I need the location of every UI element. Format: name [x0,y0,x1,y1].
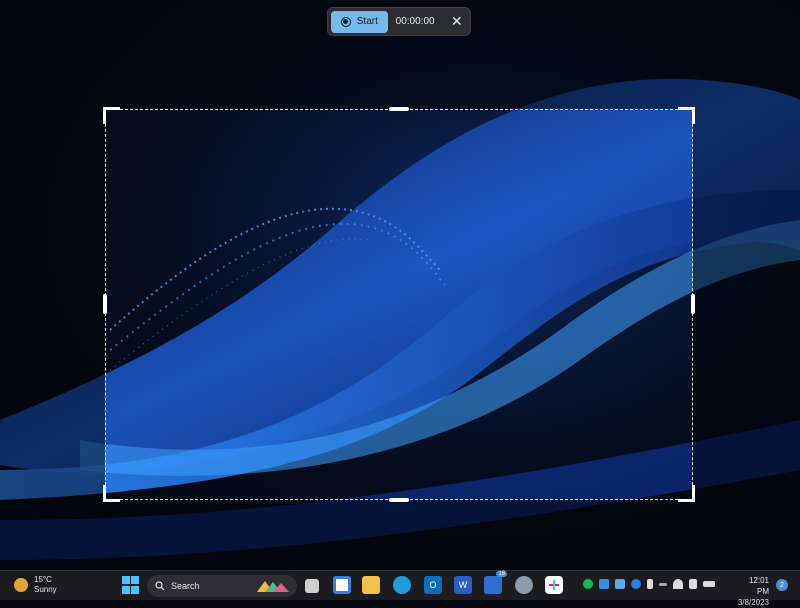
bluetooth-icon[interactable] [631,579,641,589]
resize-handle-top-left[interactable] [103,107,120,124]
capture-region[interactable] [105,109,693,500]
settings-gear-icon[interactable] [515,576,533,594]
outlook-icon[interactable]: O [424,576,442,594]
edge-browser-icon[interactable] [393,576,411,594]
app-tray-icon[interactable] [599,579,609,589]
close-icon[interactable]: ✕ [447,11,467,33]
resize-handle-right[interactable] [691,294,695,314]
weather-temp: 15°C [34,575,52,584]
recording-toolbar: Start 00:00:00 ✕ [327,7,471,36]
taskbar-search[interactable]: Search [147,575,297,597]
resize-handle-bottom-left[interactable] [103,485,120,502]
slack-icon[interactable] [545,576,563,594]
search-icon [155,581,165,591]
notification-badge[interactable]: 2 [776,579,788,591]
store-icon[interactable]: 18 [484,571,507,594]
weather-widget[interactable]: 15°C Sunny [14,575,57,595]
windows-start-icon[interactable] [121,576,139,594]
start-label: Start [356,16,378,27]
chevron-up-icon[interactable] [659,582,667,586]
dim-right [693,109,800,500]
dim-left [0,109,105,500]
task-view-icon[interactable] [305,579,319,593]
desktop[interactable]: Start 00:00:00 ✕ [0,0,800,570]
file-explorer-icon[interactable] [362,576,380,594]
search-label: Search [171,581,200,591]
recording-timer: 00:00:00 [395,16,435,27]
taskbar: 15°C Sunny Search O W 18 12:01 PM 3/8/20… [0,570,800,607]
dim-bottom [0,500,800,570]
battery-level-icon[interactable] [703,581,715,587]
onedrive-icon[interactable] [615,579,625,589]
weather-condition: Sunny [34,585,57,594]
search-highlight-icon [257,581,289,592]
resize-handle-top-right[interactable] [678,107,695,124]
resize-handle-left[interactable] [103,294,107,314]
start-recording-button[interactable]: Start [331,10,388,33]
word-icon[interactable]: W [454,576,472,594]
resize-handle-bottom[interactable] [389,498,409,502]
volume-icon[interactable] [689,579,697,589]
clock-time: 12:01 PM [748,576,769,596]
record-icon [340,16,351,27]
resize-handle-bottom-right[interactable] [678,485,695,502]
store-badge: 18 [496,571,507,577]
clock-date: 3/8/2023 [737,598,769,607]
spotify-icon[interactable] [583,579,593,589]
system-tray [583,579,715,589]
wifi-icon[interactable] [673,579,683,589]
battery-icon[interactable] [647,579,653,589]
resize-handle-top[interactable] [389,107,409,111]
clock[interactable]: 12:01 PM 3/8/2023 [735,575,769,608]
sun-icon [14,578,28,592]
widgets-icon[interactable] [333,576,351,594]
